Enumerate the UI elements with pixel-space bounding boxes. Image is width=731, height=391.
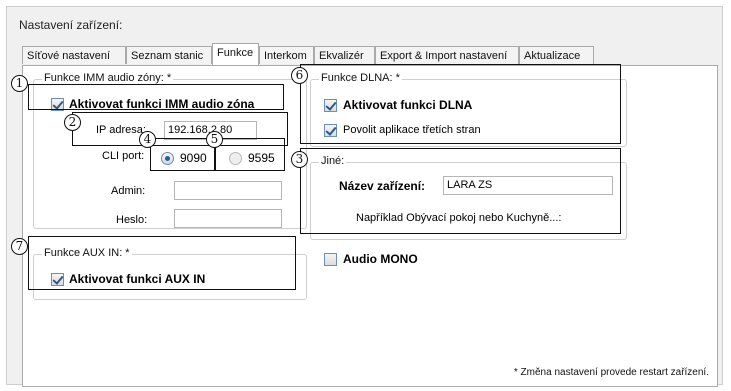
password-input[interactable] <box>174 209 282 228</box>
audio-mono-checkbox[interactable] <box>324 253 337 266</box>
tab-network-settings[interactable]: Síťové nastavení <box>22 46 126 64</box>
callout-number-6: 6 <box>291 67 308 84</box>
admin-input[interactable] <box>174 181 282 200</box>
imm-legend: Funkce IMM audio zóny: * <box>42 72 174 84</box>
tab-station-list[interactable]: Seznam stanic <box>126 46 212 64</box>
tab-export-import[interactable]: Export & Import nastavení <box>375 46 519 64</box>
callout-box-4 <box>150 138 215 171</box>
tab-functions[interactable]: Funkce <box>212 43 259 65</box>
restart-note: * Změna nastavení provede restart zaříze… <box>513 367 709 378</box>
callout-number-1: 1 <box>11 75 28 92</box>
callout-number-7: 7 <box>11 238 28 255</box>
callout-box-7 <box>28 236 296 290</box>
tab-intercom[interactable]: Interkom <box>259 46 314 64</box>
callout-number-3: 3 <box>291 151 308 168</box>
callout-box-6 <box>300 64 621 144</box>
callout-box-5 <box>215 138 285 171</box>
tab-update[interactable]: Aktualizace <box>519 46 594 64</box>
callout-box-3 <box>300 148 621 234</box>
callout-number-4: 4 <box>139 131 156 148</box>
cli-port-label: CLI port: <box>102 150 145 162</box>
admin-label: Admin: <box>111 185 146 197</box>
group-title: Nastavení zařízení: <box>19 18 123 32</box>
callout-number-2: 2 <box>64 114 81 131</box>
password-label: Heslo: <box>116 214 148 226</box>
audio-mono-label[interactable]: Audio MONO <box>343 252 418 266</box>
tab-equalizer[interactable]: Ekvalizér <box>314 46 375 64</box>
callout-box-1 <box>28 84 284 110</box>
callout-number-5: 5 <box>206 131 223 148</box>
